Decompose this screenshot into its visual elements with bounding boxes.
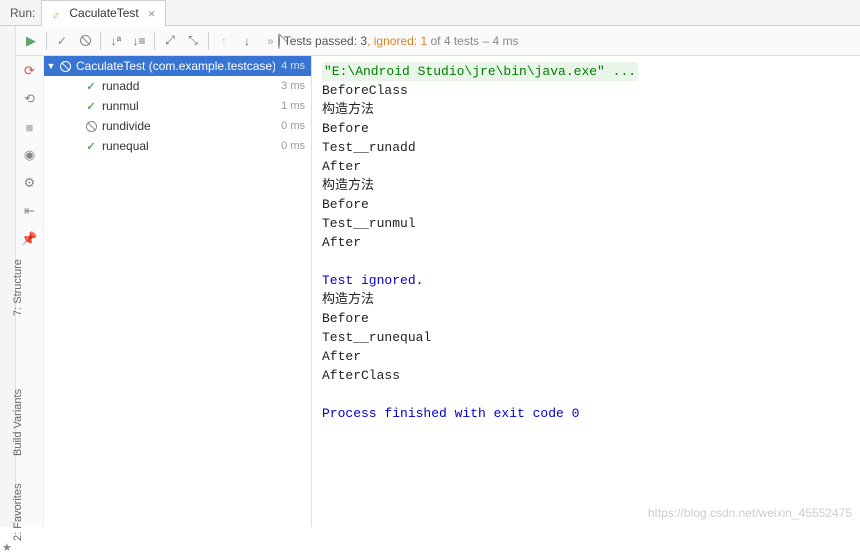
dump-button[interactable]: ◉ — [21, 146, 39, 164]
separator — [208, 32, 209, 50]
run-label: Run: — [4, 6, 41, 20]
console-line: After — [322, 347, 850, 366]
ban-icon — [80, 35, 91, 46]
console-line: Test__runadd — [322, 138, 850, 157]
console-line: After — [322, 233, 850, 252]
console-line: Test__runmul — [322, 214, 850, 233]
sort-duration-button[interactable]: ↓≡ — [128, 30, 150, 52]
console-line: Before — [322, 309, 850, 328]
tree-root-label: CaculateTest (com.example.testcase) — [76, 59, 275, 73]
console-line: 构造方法 — [322, 100, 850, 119]
tree-item-label: runadd — [102, 79, 275, 93]
console-line: 构造方法 — [322, 176, 850, 195]
ban-icon — [84, 119, 98, 133]
structure-tool-label[interactable]: 7: Structure — [12, 259, 24, 316]
test-status-bar: » Tests passed: 3, ignored: 1 of 4 tests… — [259, 34, 856, 48]
main-area: 7: Structure Build Variants 2: Favorites… — [0, 26, 860, 527]
collapse-all-button[interactable]: ⤡ — [182, 30, 204, 52]
tree-item-time: 1 ms — [281, 100, 305, 112]
import-button[interactable]: ⇤ — [21, 202, 39, 220]
run-toolbar: ▶ ✓ ↓ª ↓≡ ⤢ ⤡ ↑ ↓ » Tests passed: 3, ign… — [16, 26, 860, 56]
tree-expand-icon[interactable]: ▼ — [44, 61, 58, 71]
console-line: BeforeClass — [322, 81, 850, 100]
console-line: Before — [322, 195, 850, 214]
stop-button[interactable]: ■ — [21, 118, 39, 136]
sort-alpha-button[interactable]: ↓ª — [105, 30, 127, 52]
test-tree-panel: ▼ CaculateTest (com.example.testcase) 4 … — [44, 56, 312, 527]
console-line: After — [322, 157, 850, 176]
separator — [100, 32, 101, 50]
console-line — [322, 385, 850, 404]
favorites-label[interactable]: 2: Favorites — [12, 484, 24, 541]
star-icon: ★ — [2, 541, 12, 554]
status-ignored: ignored: 1 — [374, 34, 427, 48]
console-line: Before — [322, 119, 850, 138]
console-line: "E:\Android Studio\jre\bin\java.exe" ... — [322, 62, 850, 81]
status-passed-prefix: Tests passed: — [284, 34, 361, 48]
ban-icon — [58, 59, 72, 73]
next-failed-button[interactable]: ↓ — [236, 30, 258, 52]
tree-item-label: runequal — [102, 139, 275, 153]
pin-icon[interactable]: 📌 — [21, 230, 39, 248]
console-line: Test ignored. — [322, 271, 850, 290]
toggle-autotest-button[interactable]: ⟲ — [21, 90, 39, 108]
console-line: Process finished with exit code 0 — [322, 404, 850, 423]
rerun-button[interactable]: ▶ — [20, 30, 42, 52]
console-line: AfterClass — [322, 366, 850, 385]
console-line: Test__runequal — [322, 328, 850, 347]
rerun-failed-button[interactable]: ⟳ — [21, 62, 39, 80]
test-tree-item[interactable]: ✓ runadd 3 ms — [44, 76, 311, 96]
test-config-icon — [52, 7, 64, 19]
show-ignored-button[interactable] — [74, 30, 96, 52]
settings-icon[interactable]: ⚙ — [21, 174, 39, 192]
test-tree-item[interactable]: ✓ runequal 0 ms — [44, 136, 311, 156]
tree-item-label: rundivide — [102, 119, 275, 133]
watermark: https://blog.csdn.net/weixin_45552475 — [648, 504, 852, 523]
expand-all-button[interactable]: ⤢ — [159, 30, 181, 52]
check-icon: ✓ — [84, 99, 98, 113]
close-icon[interactable]: × — [148, 6, 156, 21]
show-passed-button[interactable]: ✓ — [51, 30, 73, 52]
content-column: ▶ ✓ ↓ª ↓≡ ⤢ ⤡ ↑ ↓ » Tests passed: 3, ign… — [16, 26, 860, 527]
separator — [154, 32, 155, 50]
tree-item-time: 0 ms — [281, 120, 305, 132]
test-tree-item[interactable]: ✓ runmul 1 ms — [44, 96, 311, 116]
check-icon: ✓ — [84, 79, 98, 93]
console-line — [322, 252, 850, 271]
status-ban-icon — [278, 34, 280, 48]
status-rest: of 4 tests – 4 ms — [427, 34, 518, 48]
run-config-tab[interactable]: CaculateTest × — [41, 0, 166, 26]
separator — [46, 32, 47, 50]
console-output[interactable]: "E:\Android Studio\jre\bin\java.exe" ...… — [312, 56, 860, 527]
tree-item-label: runmul — [102, 99, 275, 113]
tree-item-time: 3 ms — [281, 80, 305, 92]
test-tree-item[interactable]: rundivide 0 ms — [44, 116, 311, 136]
build-variants-label[interactable]: Build Variants — [12, 389, 24, 456]
status-ignored-sep: , — [367, 34, 374, 48]
top-tab-bar: Run: CaculateTest × — [0, 0, 860, 26]
body-split: ⟳ ⟲ ■ ◉ ⚙ ⇤ 📌 ▼ CaculateTest (com.exampl… — [16, 56, 860, 527]
tab-title: CaculateTest — [69, 6, 138, 20]
prev-failed-button[interactable]: ↑ — [213, 30, 235, 52]
tree-item-time: 0 ms — [281, 140, 305, 152]
tree-root-time: 4 ms — [281, 60, 305, 72]
left-tool-gutter: 7: Structure Build Variants 2: Favorites… — [0, 26, 16, 527]
console-line: 构造方法 — [322, 290, 850, 309]
chevron-right-icon: » — [267, 34, 274, 48]
check-icon: ✓ — [84, 139, 98, 153]
test-tree-root[interactable]: ▼ CaculateTest (com.example.testcase) 4 … — [44, 56, 311, 76]
